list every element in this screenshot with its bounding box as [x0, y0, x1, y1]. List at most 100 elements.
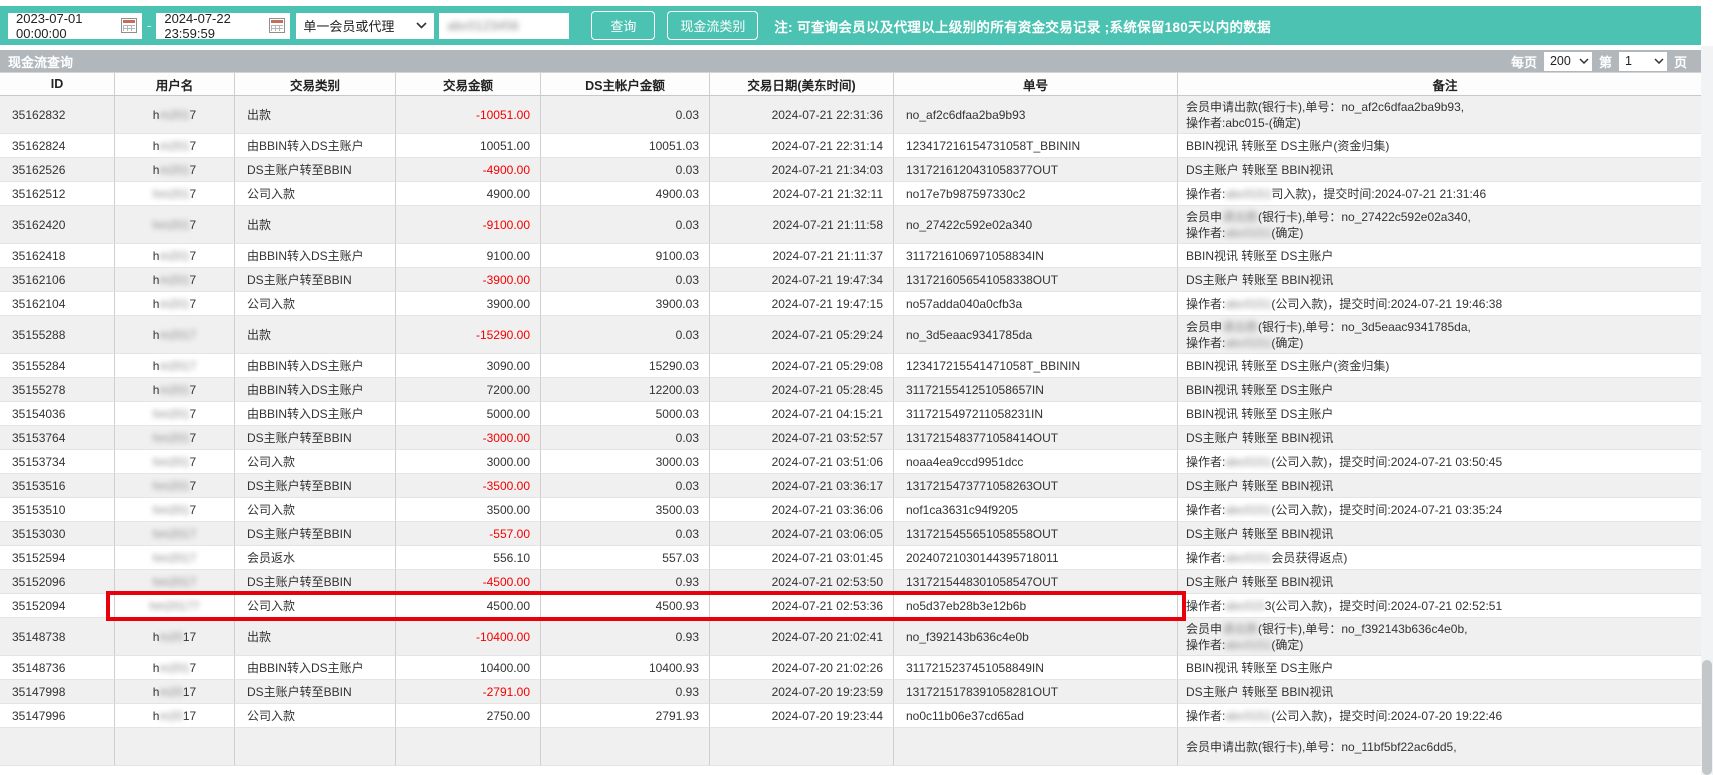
remark-line: 操作者:abc0151(确定) [1186, 225, 1303, 241]
cell-type: 由BBIN转入DS主账户 [235, 354, 396, 378]
blurred-text: abc0151 [1225, 638, 1271, 652]
cell-type: 会员返水 [235, 546, 396, 570]
cell-type: DS主账户转至BBIN [235, 268, 396, 292]
blurred-text: hm201 [153, 187, 190, 201]
cell-username: hm2017 [115, 316, 235, 354]
cell-id: 35162824 [0, 134, 115, 158]
table-row: 35153030hm2017DS主账户转至BBIN-557.000.032024… [0, 522, 1713, 546]
cell-balance: 0.03 [541, 426, 710, 450]
cell-balance: 0.03 [541, 522, 710, 546]
cell-date: 2024-07-21 19:47:34 [710, 268, 894, 292]
header-cell-balance: DS主帐户金额 [541, 72, 710, 96]
cell-balance: 10400.93 [541, 656, 710, 680]
cell-remark: DS主账户 转账至 BBIN视讯 [1178, 474, 1713, 498]
cashflow-category-button[interactable]: 现金流类别 [667, 11, 758, 40]
cell-amount: 4500.00 [396, 594, 541, 618]
cell-username: hm2017 [115, 354, 235, 378]
cell-type: DS主账户转至BBIN [235, 426, 396, 450]
cell-username: hm2017 [115, 618, 235, 656]
date-to-value: 2024-07-22 23:59:59 [164, 11, 269, 41]
blurred-text: m20 [159, 685, 182, 699]
amount-value: -15290.00 [476, 328, 530, 342]
blurred-text: m201 [159, 661, 189, 675]
amount-value: 4500.00 [487, 599, 530, 613]
amount-value: -4900.00 [483, 163, 530, 177]
cell-remark: DS主账户 转账至 BBIN视讯 [1178, 426, 1713, 450]
cell-balance: 2791.93 [541, 704, 710, 728]
page-number-select[interactable]: 1 [1619, 52, 1667, 71]
cell-id: 35147998 [0, 680, 115, 704]
calendar-icon[interactable] [121, 18, 137, 33]
table-row: 35162512hm2017公司入款4900.004900.032024-07-… [0, 182, 1713, 206]
cell-type: 公司入款 [235, 594, 396, 618]
cell-username: hm2017 [115, 134, 235, 158]
cell-date: 2024-07-21 21:32:11 [710, 182, 894, 206]
cell-amount: 4900.00 [396, 182, 541, 206]
cell-amount: 3090.00 [396, 354, 541, 378]
cell-id: 35162420 [0, 206, 115, 244]
blurred-text: 请出款 [1222, 320, 1258, 334]
cell-remark: DS主账户 转账至 BBIN视讯 [1178, 570, 1713, 594]
date-from-input[interactable]: 2023-07-01 00:00:00 [8, 13, 142, 39]
cell-balance: 0.03 [541, 206, 710, 244]
header-cell-remark: 备注 [1178, 72, 1713, 96]
cell-amount: 5000.00 [396, 402, 541, 426]
remark-line: 操作者:abc0151司入款)，提交时间:2024-07-21 21:31:46 [1186, 186, 1486, 202]
cell-username: hm2017 [115, 498, 235, 522]
amount-value: 10400.00 [480, 661, 530, 675]
cell-date: 2024-07-21 03:01:45 [710, 546, 894, 570]
cell-username: hm2017 [115, 96, 235, 134]
query-button[interactable]: 查询 [591, 11, 655, 40]
cell-amount: 10400.00 [396, 656, 541, 680]
cell-username: hm20177 [115, 594, 235, 618]
cell-date: 2024-07-21 22:31:36 [710, 96, 894, 134]
table-row: 35153516hm2017DS主账户转至BBIN-3500.000.03202… [0, 474, 1713, 498]
cell-remark: BBIN视讯 转账至 DS主账户 [1178, 244, 1713, 268]
scrollbar-thumb[interactable] [1702, 660, 1712, 775]
cell-balance: 3500.03 [541, 498, 710, 522]
amount-value: 3900.00 [487, 297, 530, 311]
cell-order: no57adda040a0cfb3a [894, 292, 1178, 316]
cell-username: hm2017 [115, 292, 235, 316]
cell-username: hm2017 [115, 402, 235, 426]
cell-username: hm2017 [115, 426, 235, 450]
cell-type [235, 728, 396, 766]
blurred-text: abc0151 [1225, 336, 1271, 350]
cell-balance: 4500.93 [541, 594, 710, 618]
cell-amount: 556.10 [396, 546, 541, 570]
cell-order: no5d37eb28b3e12b6b [894, 594, 1178, 618]
cell-type: 出款 [235, 206, 396, 244]
remark-line: DS主账户 转账至 BBIN视讯 [1186, 430, 1333, 446]
cell-remark: DS主账户 转账至 BBIN视讯 [1178, 268, 1713, 292]
calendar-icon[interactable] [269, 18, 285, 33]
cell-username: hm2017 [115, 704, 235, 728]
cell-balance: 0.03 [541, 96, 710, 134]
chevron-down-icon [1579, 58, 1589, 64]
cell-id: 35162512 [0, 182, 115, 206]
per-page-select[interactable]: 200 [1544, 52, 1592, 71]
member-scope-select[interactable]: 单一会员或代理 [296, 13, 434, 39]
cell-id: 35153734 [0, 450, 115, 474]
amount-value: -2791.00 [483, 685, 530, 699]
page-suffix-label: 页 [1674, 52, 1687, 71]
cell-balance: 3000.03 [541, 450, 710, 474]
cell-type: 出款 [235, 618, 396, 656]
cell-id: 35155278 [0, 378, 115, 402]
remark-line: DS主账户 转账至 BBIN视讯 [1186, 478, 1333, 494]
cell-order: no0c11b06e37cd65ad [894, 704, 1178, 728]
cell-date: 2024-07-21 02:53:50 [710, 570, 894, 594]
date-to-input[interactable]: 2024-07-22 23:59:59 [156, 13, 290, 39]
blurred-text: hm20177 [149, 599, 199, 613]
cell-id: 35148738 [0, 618, 115, 656]
cell-id: 35152094 [0, 594, 115, 618]
cell-amount: -3900.00 [396, 268, 541, 292]
cell-date: 2024-07-21 19:47:15 [710, 292, 894, 316]
cell-type: 公司入款 [235, 450, 396, 474]
cell-order: 1317216056541058338OUT [894, 268, 1178, 292]
cell-amount: -9100.00 [396, 206, 541, 244]
cell-amount: 3500.00 [396, 498, 541, 522]
search-input[interactable]: abc0123456 [439, 13, 569, 39]
cell-type: DS主账户转至BBIN [235, 570, 396, 594]
cell-remark: 操作者:abc0153(公司入款)，提交时间:2024-07-21 02:52:… [1178, 594, 1713, 618]
remark-line: DS主账户 转账至 BBIN视讯 [1186, 272, 1333, 288]
